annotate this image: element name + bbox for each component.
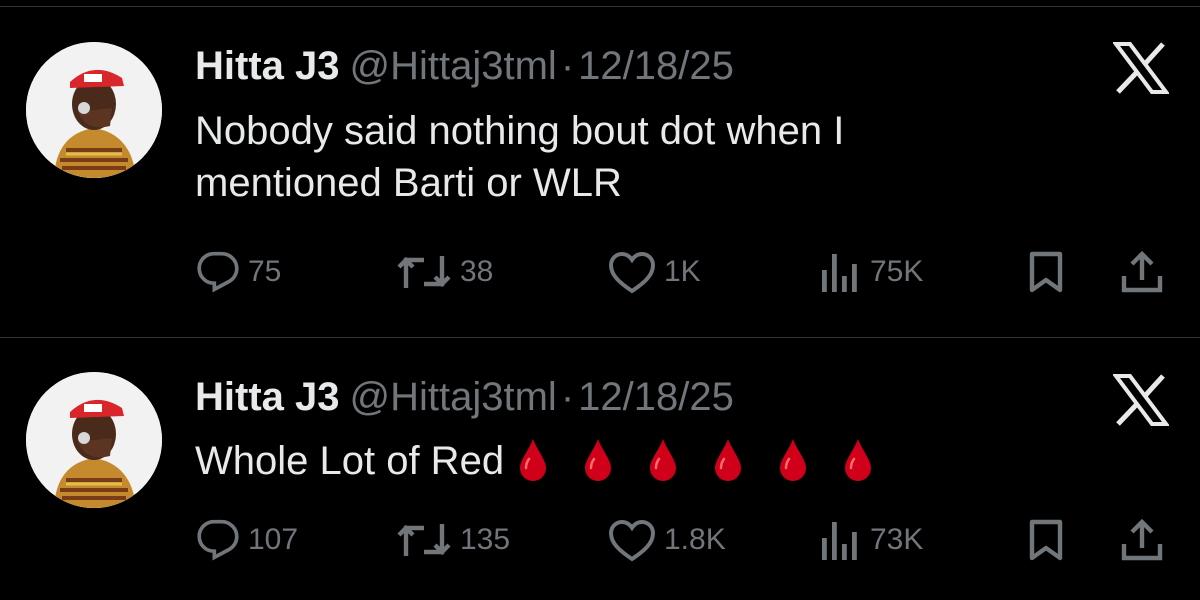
reply-icon [197, 519, 239, 561]
tweet-text: Nobody said nothing bout dot when I ment… [195, 105, 1115, 209]
drop-of-blood-emoji [650, 439, 677, 481]
views-icon [822, 522, 857, 560]
views-button[interactable]: 73K [818, 516, 923, 564]
tweet-card[interactable]: Hitta J3 @Hittaj3tml · 12/18/25 Whole Lot o… [0, 338, 1200, 600]
repost-icon [397, 524, 451, 556]
like-button[interactable]: 1.8K [608, 516, 726, 564]
repost-icon [397, 256, 451, 288]
tweet-date[interactable]: 12/18/25 [578, 44, 734, 88]
heart-icon [608, 251, 656, 294]
avatar-image [26, 372, 162, 508]
tweet-actions: 75 38 1K 75K [0, 248, 1200, 296]
reply-button[interactable]: 75 [196, 248, 281, 296]
drop-of-blood-emoji [520, 439, 547, 481]
share-icon [1121, 250, 1163, 293]
drop-of-blood-emoji [715, 439, 742, 481]
bookmark-button[interactable] [1025, 516, 1067, 564]
reply-count: 75 [248, 255, 282, 288]
repost-count: 38 [460, 255, 494, 288]
x-logo-icon [1113, 42, 1169, 94]
tweet-text: Whole Lot of Red [195, 435, 1115, 495]
share-button[interactable] [1120, 516, 1164, 564]
drop-of-blood-emoji [585, 439, 612, 481]
views-count: 73K [870, 523, 924, 556]
bookmark-icon [1029, 519, 1063, 561]
reply-count: 107 [248, 523, 299, 556]
tweet-header: Hitta J3 @Hittaj3tml · 12/18/25 [195, 373, 734, 421]
views-icon [822, 254, 857, 292]
bookmark-icon [1029, 251, 1063, 293]
display-name[interactable]: Hitta J3 [195, 375, 340, 419]
avatar[interactable] [26, 42, 162, 178]
heart-icon [608, 519, 656, 562]
share-button[interactable] [1120, 248, 1164, 296]
user-handle[interactable]: @Hittaj3tml [350, 44, 557, 88]
tweet-text-line: Nobody said nothing bout dot when I [195, 109, 845, 153]
like-count: 1.8K [664, 523, 726, 556]
meta-separator: · [560, 44, 575, 88]
tweet-text-line: mentioned Barti or WLR [195, 161, 622, 205]
avatar-image [26, 42, 162, 178]
tweet-date[interactable]: 12/18/25 [578, 375, 734, 419]
views-count: 75K [870, 255, 924, 288]
tweet-actions: 107 135 1.8K 73K [0, 516, 1200, 564]
tweet-card[interactable]: Hitta J3 @Hittaj3tml · 12/18/25 Nobody said… [0, 0, 1200, 337]
repost-button[interactable]: 135 [396, 516, 510, 564]
drop-of-blood-emoji [780, 439, 807, 481]
repost-button[interactable]: 38 [396, 248, 493, 296]
user-handle[interactable]: @Hittaj3tml [350, 375, 557, 419]
like-count: 1K [664, 255, 701, 288]
avatar[interactable] [26, 372, 162, 508]
tweet-header: Hitta J3 @Hittaj3tml · 12/18/25 [195, 42, 734, 90]
emoji-group [518, 438, 908, 495]
drop-of-blood-emoji [845, 439, 872, 481]
reply-icon [197, 251, 239, 293]
tweet-text-line: Whole Lot of Red [195, 439, 505, 483]
bookmark-button[interactable] [1025, 248, 1067, 296]
reply-button[interactable]: 107 [196, 516, 298, 564]
x-logo-icon [1113, 374, 1169, 426]
share-icon [1121, 518, 1163, 561]
repost-count: 135 [460, 523, 511, 556]
like-button[interactable]: 1K [608, 248, 701, 296]
meta-separator: · [560, 375, 575, 419]
display-name[interactable]: Hitta J3 [195, 44, 340, 88]
views-button[interactable]: 75K [818, 248, 923, 296]
